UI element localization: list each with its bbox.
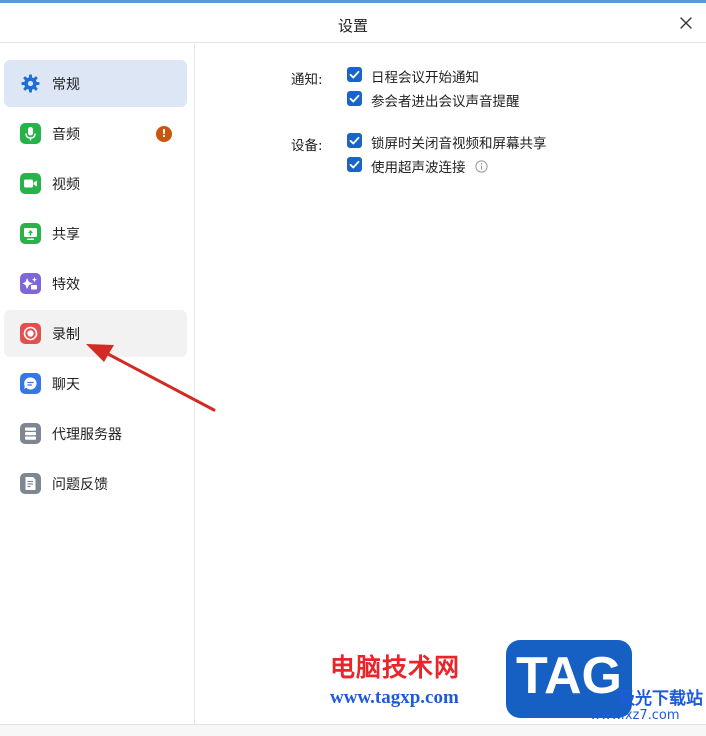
gear-icon [20, 73, 41, 94]
sidebar-item-label: 共享 [52, 227, 80, 243]
watermark-site-name: 极光下载站 [618, 689, 703, 709]
share-screen-icon [20, 223, 41, 244]
device-label: 设备: [291, 138, 323, 154]
sidebar-item-general[interactable]: 常规 [4, 60, 187, 107]
sidebar-item-label: 音频 [52, 127, 80, 143]
ultrasonic-connection-checkbox[interactable] [347, 157, 362, 172]
watermark-site-url: www.xz7.com [590, 708, 680, 723]
window-bottom-edge [0, 724, 706, 736]
checkmark-icon [349, 70, 360, 79]
sidebar-item-chat[interactable]: 聊天 [4, 360, 187, 407]
sidebar-item-recording[interactable]: 录制 [4, 310, 187, 357]
meeting-start-notification-checkbox[interactable] [347, 67, 362, 82]
sidebar-item-audio[interactable]: 音频 ! [4, 110, 187, 157]
sidebar-item-label: 视频 [52, 177, 80, 193]
close-button[interactable] [674, 11, 698, 35]
effects-icon [20, 273, 41, 294]
checkmark-icon [349, 136, 360, 145]
lock-screen-stop-av-option[interactable]: 锁屏时关闭音视频和屏幕共享 [347, 132, 667, 152]
settings-content: 通知: 日程会议开始通知 参会者进出会议声音提醒 设备: 锁屏时关闭音视频和屏幕… [196, 44, 706, 724]
microphone-icon [20, 123, 41, 144]
checkmark-icon [349, 94, 360, 103]
sidebar-item-label: 问题反馈 [52, 477, 108, 493]
sidebar-item-label: 录制 [52, 327, 80, 343]
server-icon [20, 423, 41, 444]
sidebar-item-label: 常规 [52, 77, 80, 93]
settings-sidebar: 常规 音频 ! 视频 共享 特效 录制 聊天 代理服务器 问题反馈 [0, 44, 195, 724]
sidebar-item-effects[interactable]: 特效 [4, 260, 187, 307]
lock-screen-stop-av-checkbox[interactable] [347, 133, 362, 148]
sidebar-item-share[interactable]: 共享 [4, 210, 187, 257]
sidebar-item-video[interactable]: 视频 [4, 160, 187, 207]
feedback-icon [20, 473, 41, 494]
sidebar-item-label: 代理服务器 [52, 427, 122, 443]
record-icon [20, 323, 41, 344]
sidebar-item-label: 特效 [52, 277, 80, 293]
window-title: 设置 [337, 17, 368, 35]
participant-join-sound-option[interactable]: 参会者进出会议声音提醒 [347, 90, 667, 110]
sidebar-item-proxy-server[interactable]: 代理服务器 [4, 410, 187, 457]
sidebar-item-label: 聊天 [52, 377, 80, 393]
checkbox-label: 参会者进出会议声音提醒 [371, 94, 520, 110]
checkmark-icon [349, 160, 360, 169]
meeting-start-notification-option[interactable]: 日程会议开始通知 [347, 66, 667, 86]
participant-join-sound-checkbox[interactable] [347, 91, 362, 106]
watermark-tag-text: TAG [516, 647, 622, 705]
chat-icon [20, 373, 41, 394]
watermark-tag-logo: TAG [506, 640, 632, 718]
close-icon [680, 17, 692, 29]
info-icon[interactable] [475, 158, 488, 173]
warning-badge: ! [156, 126, 172, 142]
checkbox-label: 使用超声波连接 [371, 160, 466, 176]
title-bar: 设置 [0, 3, 706, 43]
watermark-brand: 电脑技术网 [330, 653, 461, 682]
notifications-label: 通知: [291, 72, 323, 88]
watermark-url: www.tagxp.com [330, 687, 459, 708]
sidebar-item-feedback[interactable]: 问题反馈 [4, 460, 187, 507]
video-camera-icon [20, 173, 41, 194]
checkbox-label: 日程会议开始通知 [371, 70, 479, 86]
ultrasonic-connection-option[interactable]: 使用超声波连接 [347, 156, 667, 176]
checkbox-label: 锁屏时关闭音视频和屏幕共享 [371, 136, 547, 152]
